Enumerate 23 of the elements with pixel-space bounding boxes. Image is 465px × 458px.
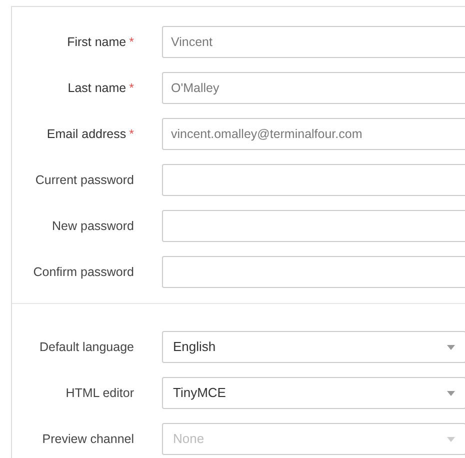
field-label: Email address (46, 126, 126, 143)
select-field[interactable]: TinyMCE (162, 377, 465, 409)
field-label: First name (67, 34, 126, 51)
field-label: Default language (38, 338, 134, 356)
required-mark: * (129, 80, 134, 97)
password-field[interactable] (162, 210, 465, 242)
field-label: Preview channel (41, 430, 134, 448)
password-field[interactable] (162, 164, 465, 196)
select-field[interactable]: English (162, 331, 465, 363)
password-field[interactable] (162, 256, 465, 288)
field-label: HTML editor (64, 384, 134, 402)
field-label: Confirm password (32, 264, 134, 281)
field-label: Last name (68, 80, 126, 97)
input-field[interactable]: Vincent (162, 26, 465, 58)
input-field[interactable]: O'Malley (162, 72, 465, 104)
field-label: Current password (34, 172, 134, 189)
required-mark: * (129, 126, 134, 143)
caret-icon (447, 390, 455, 396)
input-field[interactable]: vincent.omalley@terminalfour.com (162, 118, 465, 150)
required-mark: * (129, 34, 134, 51)
field-label: New password (51, 218, 134, 235)
caret-icon (447, 344, 455, 350)
caret-icon (447, 436, 455, 442)
